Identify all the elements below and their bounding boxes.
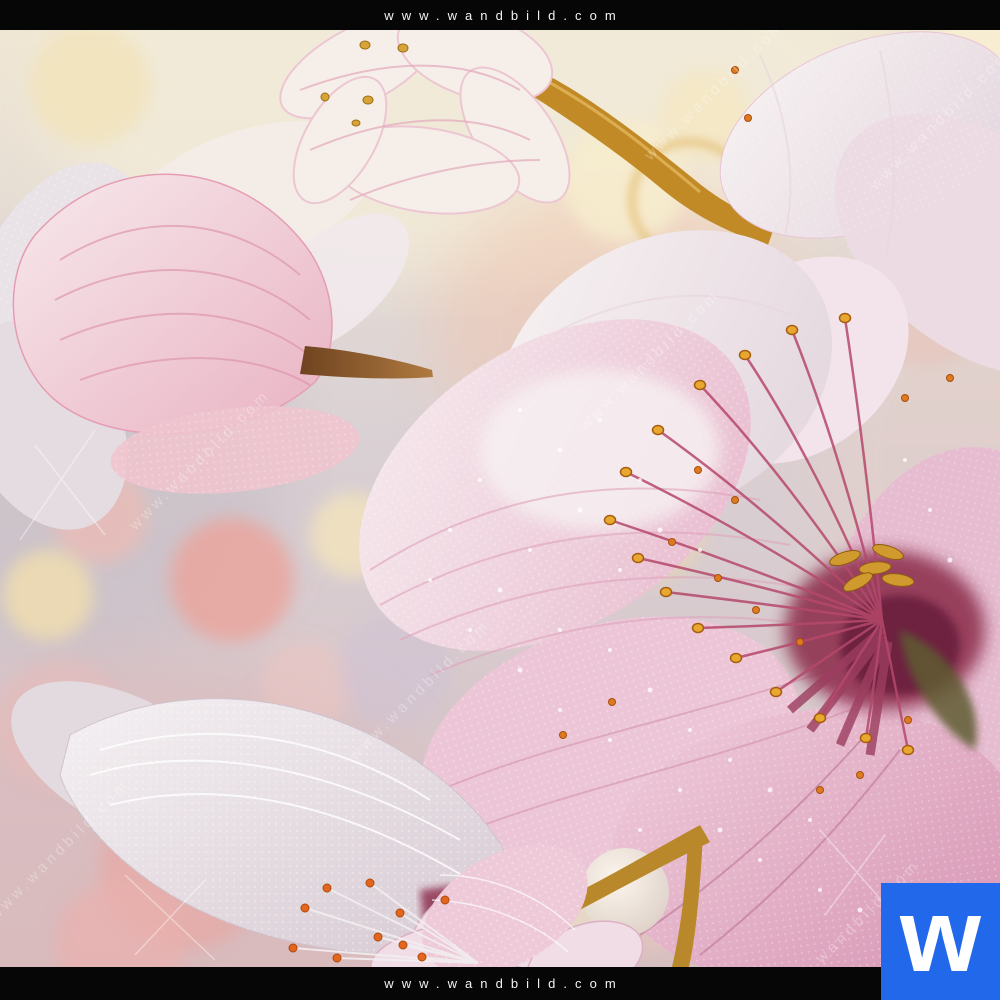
product-image: www.wandbild.com	[0, 0, 1000, 1000]
top-url-bar: www.wandbild.com	[0, 0, 1000, 30]
blossom-artwork: www.wandbild.com www.wandbild.com www.wa…	[0, 30, 1000, 967]
bottom-url-text: www.wandbild.com	[376, 976, 624, 991]
blossom-painting	[0, 30, 1000, 967]
wandbild-logo-mark: w	[900, 884, 981, 988]
wandbild-logo: w	[881, 883, 1000, 1000]
top-url-text: www.wandbild.com	[376, 8, 624, 23]
bottom-url-bar: www.wandbild.com	[0, 967, 1000, 1000]
